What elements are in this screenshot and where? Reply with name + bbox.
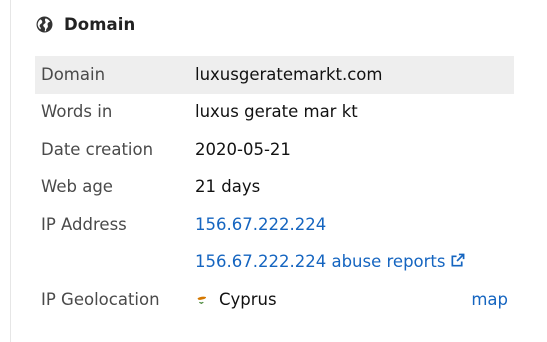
domain-panel: Domain Domain luxusgeratemarkt.com Words…	[10, 0, 547, 342]
ip-address-cell: 156.67.222.224	[195, 206, 514, 244]
domain-label: Domain	[35, 56, 195, 94]
row-date-creation: Date creation 2020-05-21	[35, 131, 514, 169]
abuse-reports-link[interactable]: 156.67.222.224 abuse reports	[195, 252, 465, 271]
domain-info-table: Domain luxusgeratemarkt.com Words in lux…	[35, 56, 514, 319]
row-ip-address: IP Address 156.67.222.224	[35, 206, 514, 244]
ip-geolocation-label: IP Geolocation	[41, 289, 160, 309]
row-ip-geolocation: IP Geolocation Cyprus map	[35, 281, 514, 319]
row-web-age: Web age 21 days	[35, 169, 514, 207]
country-name: Cyprus	[219, 289, 277, 309]
ip-geolocation-cell: Cyprus map	[195, 281, 514, 319]
row-domain: Domain luxusgeratemarkt.com	[35, 56, 514, 94]
ip-address-label: IP Address	[41, 214, 127, 234]
row-abuse-reports: 156.67.222.224 abuse reports	[35, 244, 514, 282]
map-link[interactable]: map	[471, 290, 508, 310]
words-in-value: luxus gerate mar kt	[195, 102, 358, 122]
web-age-label: Web age	[41, 177, 113, 197]
date-creation-value: 2020-05-21	[195, 139, 291, 159]
abuse-reports-text: 156.67.222.224 abuse reports	[195, 252, 446, 272]
globe-icon	[36, 16, 53, 32]
country-wrap: Cyprus	[195, 290, 277, 310]
panel-title: Domain	[64, 14, 136, 34]
words-in-label: Words in	[41, 102, 113, 122]
cyprus-flag-icon	[197, 296, 207, 304]
abuse-reports-label-empty	[35, 244, 195, 282]
domain-value: luxusgeratemarkt.com	[195, 56, 514, 94]
abuse-reports-cell: 156.67.222.224 abuse reports	[195, 244, 514, 282]
web-age-value: 21 days	[195, 177, 261, 197]
geo-value-wrap: Cyprus map	[195, 290, 514, 310]
row-words-in: Words in luxus gerate mar kt	[35, 94, 514, 132]
panel-header: Domain	[36, 11, 135, 37]
ip-address-link[interactable]: 156.67.222.224	[195, 215, 326, 234]
date-creation-label: Date creation	[41, 139, 154, 159]
external-link-icon	[451, 253, 465, 267]
